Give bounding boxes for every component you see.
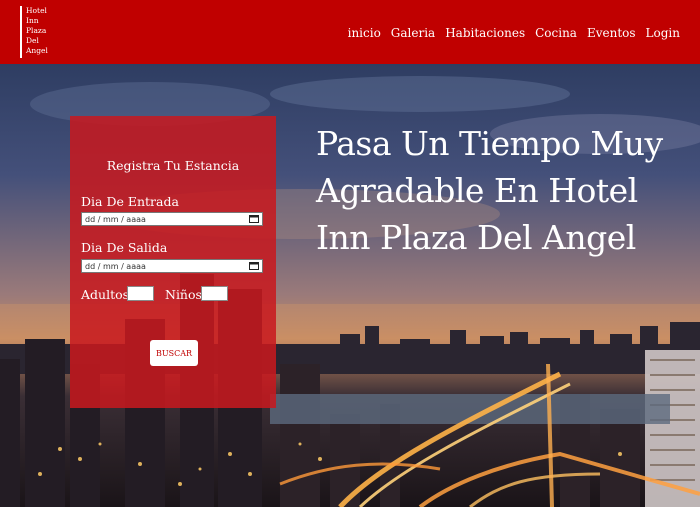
main-nav: inicio Galeria Habitaciones Cocina Event… <box>348 26 680 40</box>
logo-line: Inn <box>26 16 39 25</box>
calendar-icon[interactable] <box>249 214 259 223</box>
top-navbar: Hotel Inn Plaza Del Angel inicio Galeria… <box>0 0 700 64</box>
reservation-title: Registra Tu Estancia <box>106 158 240 173</box>
nav-link-eventos[interactable]: Eventos <box>587 26 636 40</box>
logo-line: Angel <box>26 46 48 55</box>
logo-line: Hotel <box>26 6 47 15</box>
calendar-icon[interactable] <box>249 261 259 270</box>
checkout-label: Dia De Salida <box>81 240 168 255</box>
headline-line: Inn Plaza Del Angel <box>316 218 636 257</box>
checkin-date-input[interactable]: dd / mm / aaaa <box>81 212 263 226</box>
checkout-date-input[interactable]: dd / mm / aaaa <box>81 259 263 273</box>
nav-link-login[interactable]: Login <box>646 26 680 40</box>
nav-link-inicio[interactable]: inicio <box>348 26 381 40</box>
logo-line: Plaza <box>26 26 47 35</box>
checkout-placeholder: dd / mm / aaaa <box>85 262 146 271</box>
nav-link-galeria[interactable]: Galeria <box>391 26 435 40</box>
children-input[interactable] <box>201 286 228 301</box>
children-label: Niños <box>165 287 202 302</box>
checkin-label: Dia De Entrada <box>81 194 179 209</box>
reservation-form: Registra Tu Estancia Dia De Entrada dd /… <box>70 116 276 408</box>
hotel-logo[interactable]: Hotel Inn Plaza Del Angel <box>20 6 56 58</box>
logo-line: Del <box>26 36 39 45</box>
nav-link-habitaciones[interactable]: Habitaciones <box>445 26 525 40</box>
nav-link-cocina[interactable]: Cocina <box>535 26 577 40</box>
checkin-placeholder: dd / mm / aaaa <box>85 215 146 224</box>
headline-line: Pasa Un Tiempo Muy <box>316 124 663 163</box>
hero-headline: Pasa Un Tiempo Muy Agradable En Hotel In… <box>316 120 676 261</box>
search-button[interactable]: BUSCAR <box>150 340 198 366</box>
adults-input[interactable] <box>127 286 154 301</box>
adults-label: Adultos <box>81 287 130 302</box>
headline-line: Agradable En Hotel <box>316 171 638 210</box>
